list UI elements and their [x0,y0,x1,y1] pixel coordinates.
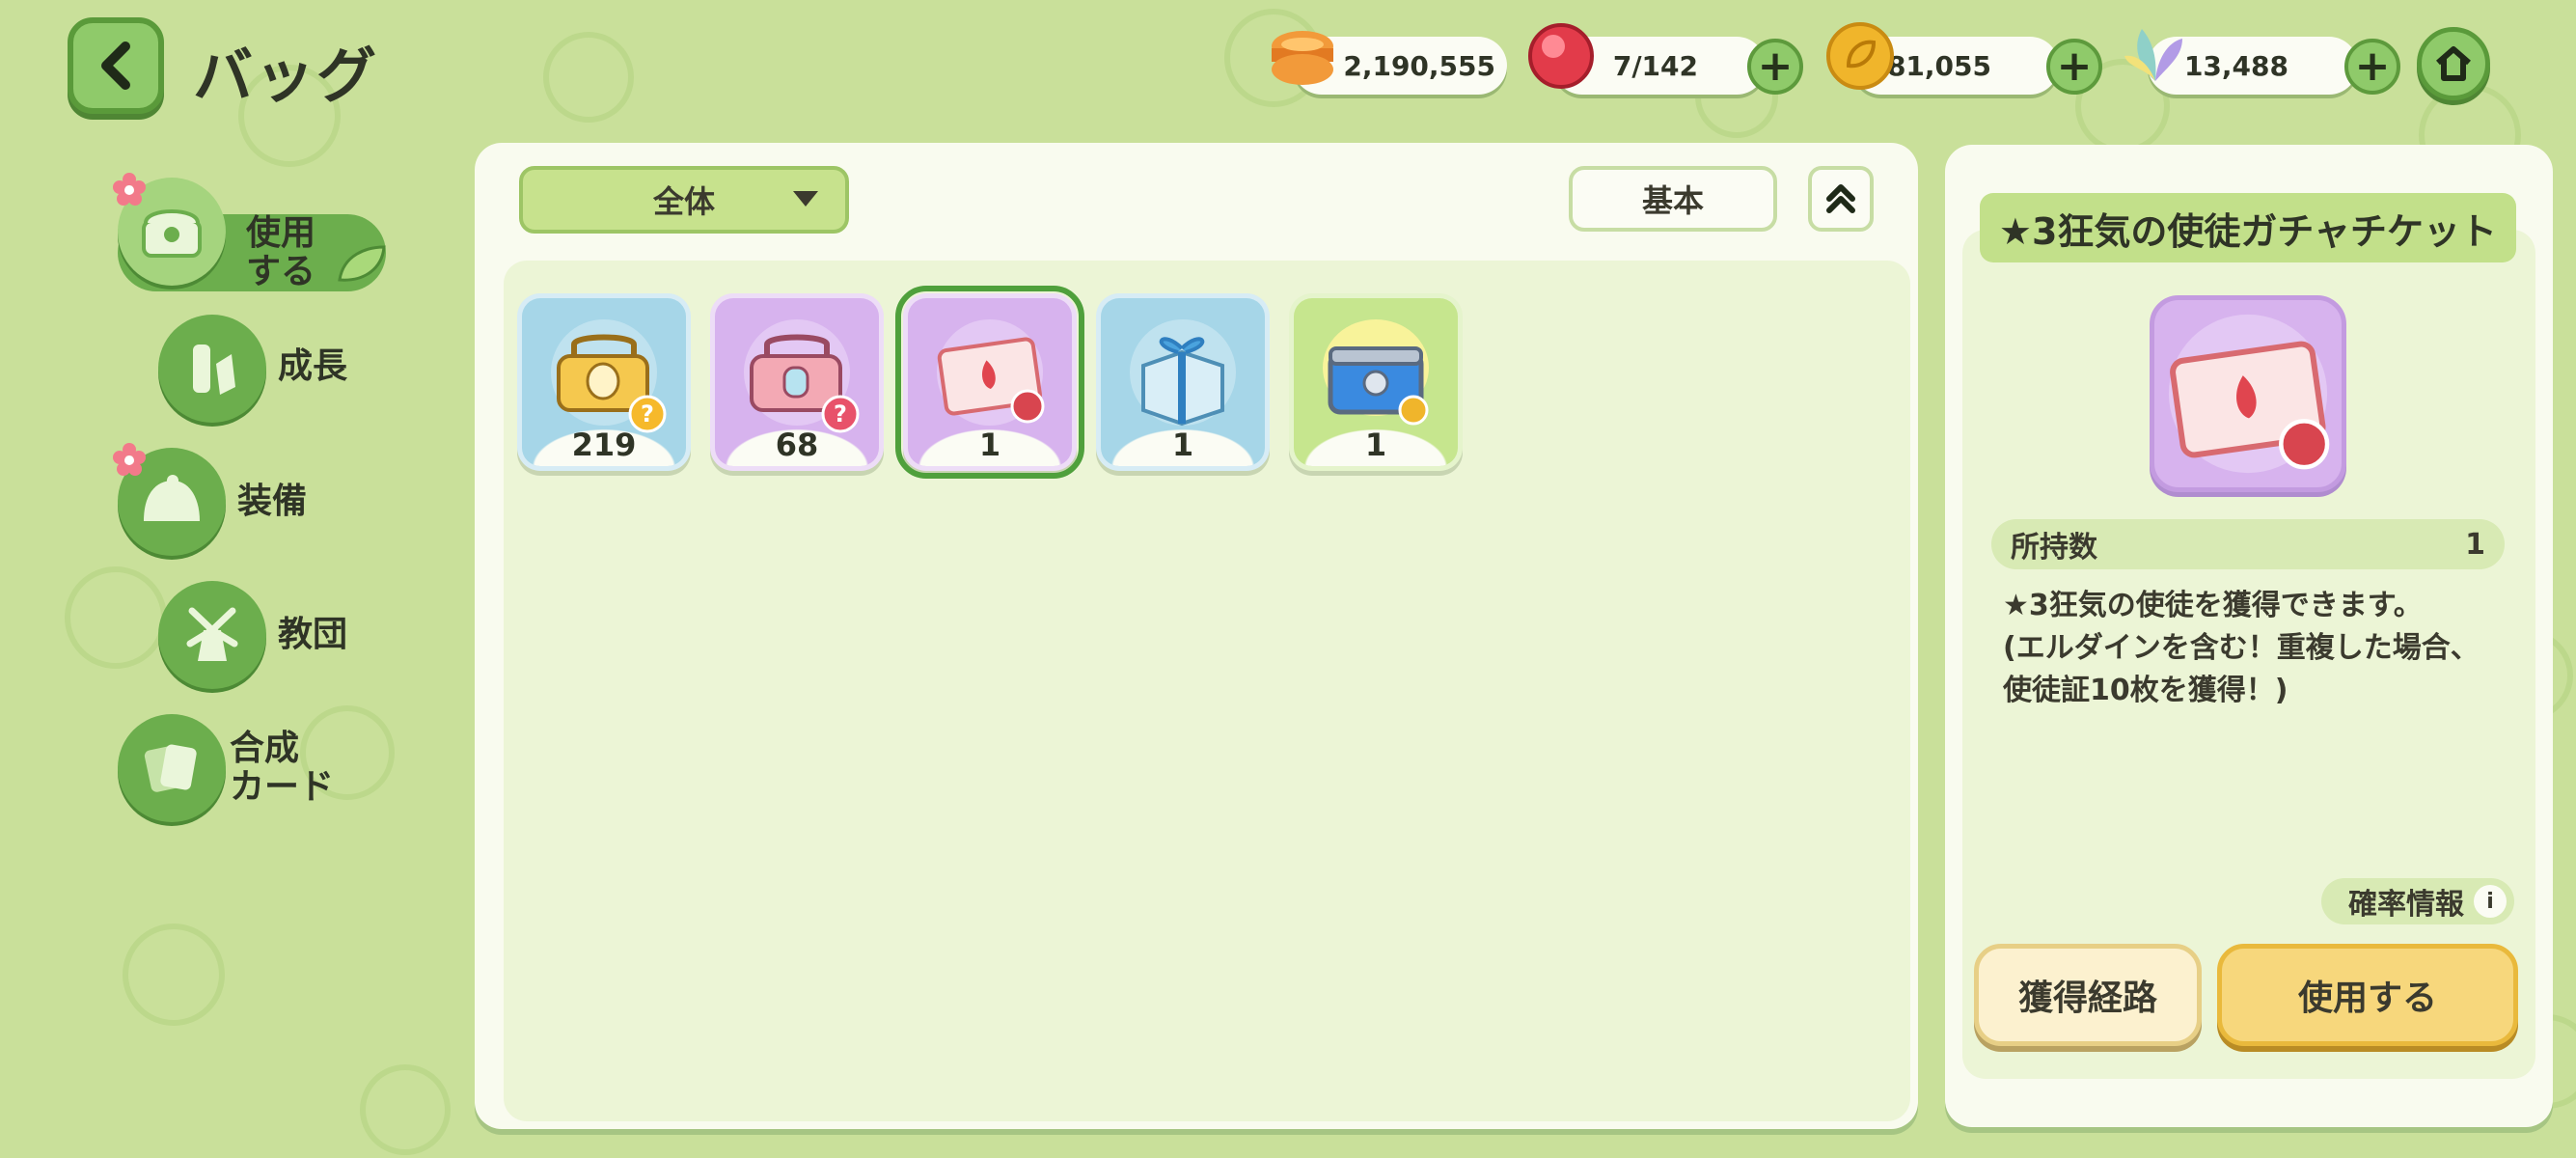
inventory-item[interactable]: ? 68 [710,293,884,471]
sidebar-item-label: 教団 [278,615,348,654]
currency-value: 13,488 [2183,49,2288,82]
gacha-ticket-icon [937,319,1045,426]
add-gem-button[interactable]: + [1747,39,1803,95]
ice-gift-box-icon [1130,319,1236,427]
add-crystal-button[interactable]: + [2344,39,2400,95]
notification-flower-icon [113,443,146,476]
page-title: バッグ [193,41,379,111]
owned-value: 1 [2465,527,2485,562]
probability-label: 確率情報 [2348,888,2464,922]
item-description: ★3狂気の使徒を獲得できます。 (エルダインを含む！重複した場合、使徒証10枚を… [2003,589,2480,707]
currency-value: 2,190,555 [1343,49,1495,82]
collapse-button[interactable] [1808,166,1874,232]
inventory-item[interactable]: 1 [1289,293,1463,471]
caret-down-icon [793,191,818,207]
info-icon: i [2474,885,2507,918]
card-icon [118,714,226,822]
item-count: 1 [1101,424,1265,466]
item-count: 1 [1294,424,1458,466]
use-item-button[interactable]: 使用する [2217,944,2518,1046]
gold-leaf-coin-icon [1826,22,1894,90]
red-gem-icon [1528,23,1594,89]
owned-label: 所持数 [2011,531,2097,565]
probability-info-button[interactable]: 確率情報 i [2321,878,2514,924]
leaf-icon [338,245,386,282]
category-filter-dropdown[interactable]: 全体 [519,166,849,234]
sidebar-item-growth[interactable] [158,315,266,423]
home-icon [2436,46,2471,81]
item-count: 68 [715,424,879,466]
sidebar-item-label: 使用 する [246,213,316,291]
notification-flower-icon [113,173,146,206]
home-button[interactable] [2417,27,2490,100]
currency-value: 7/142 [1612,49,1698,82]
gacha-ticket-icon [2168,314,2330,474]
filter-selected-value: 全体 [652,183,715,220]
add-gold-button[interactable]: + [2046,39,2102,95]
crystal-leaf-icon [2124,29,2182,81]
double-chevron-up-icon [1826,184,1855,213]
sidebar-item-combine-card[interactable] [118,714,226,822]
rainbow-chest-icon: ? [744,319,860,433]
item-count: 219 [522,424,686,466]
inventory-item[interactable]: 1 [1096,293,1270,471]
item-detail-title: ★3狂気の使徒ガチャチケット [1980,193,2516,262]
back-button[interactable] [68,17,164,114]
windmill-icon [158,581,266,689]
gold-chest-icon: ? [551,319,667,433]
item-count: 1 [908,424,1072,466]
sidebar-item-cult[interactable] [158,581,266,689]
sidebar-item-label: 装備 [237,482,308,521]
bottle-icon [158,315,266,423]
inventory-item-selected[interactable]: 1 [895,286,1084,479]
chevron-left-icon [101,41,130,90]
sort-button[interactable]: 基本 [1569,166,1777,232]
item-detail-image [2150,295,2346,492]
inventory-item[interactable]: ? 219 [517,293,691,471]
sidebar-item-label: 成長 [278,346,348,386]
sidebar-item-label: 合成 カード [230,729,335,807]
acquisition-route-button[interactable]: 獲得経路 [1974,944,2202,1046]
owned-count-row: 所持数 1 [1991,519,2505,569]
burger-coin-icon [1272,31,1333,85]
locked-blue-chest-icon [1323,319,1429,426]
